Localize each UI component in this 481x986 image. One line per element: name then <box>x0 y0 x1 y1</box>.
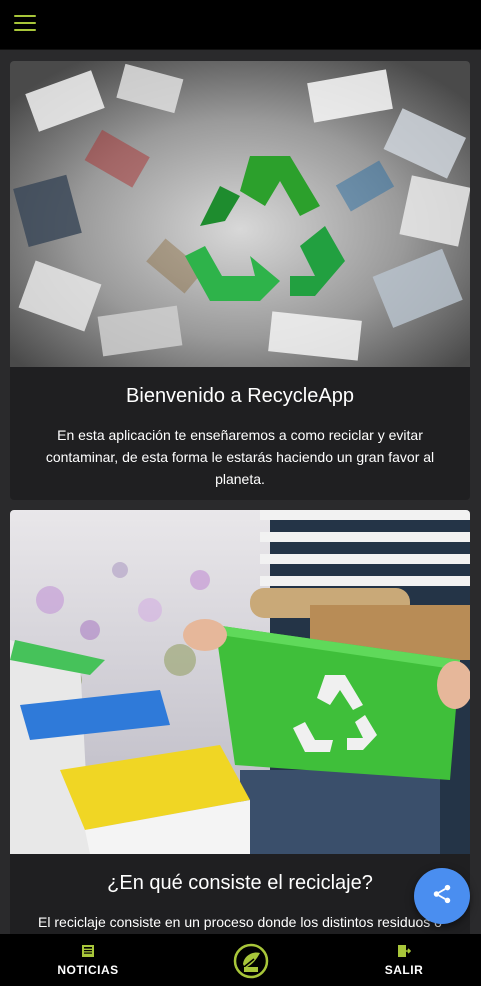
nav-noticias-label: NOTICIAS <box>57 963 119 977</box>
green-recycling-box-and-bins-image <box>10 510 470 854</box>
app-screen: Bienvenido a RecycleApp En esta aplicaci… <box>0 0 481 986</box>
newspaper-icon <box>81 944 95 960</box>
share-icon <box>431 883 453 910</box>
recycling-info-card: ¿En qué consiste el reciclaje? El recicl… <box>10 510 470 934</box>
news-feed[interactable]: Bienvenido a RecycleApp En esta aplicaci… <box>0 50 481 934</box>
recycling-symbol-paper-pile-image <box>10 61 470 367</box>
bottom-navigation: NOTICIAS SALIR <box>0 934 481 986</box>
nav-salir[interactable]: SALIR <box>364 934 444 986</box>
hamburger-menu-icon[interactable] <box>14 15 36 31</box>
card-description: En esta aplicación te enseñaremos a como… <box>45 427 435 487</box>
nav-home-logo[interactable] <box>230 942 272 979</box>
recycle-logo-icon <box>232 942 270 985</box>
card-description: El reciclaje consiste en un proceso dond… <box>38 914 442 930</box>
card-title: ¿En qué consiste el reciclaje? <box>107 872 373 894</box>
welcome-card: Bienvenido a RecycleApp En esta aplicaci… <box>10 61 470 500</box>
exit-icon <box>397 944 412 960</box>
nav-noticias[interactable]: NOTICIAS <box>40 934 136 986</box>
nav-salir-label: SALIR <box>384 963 424 977</box>
top-app-bar <box>0 0 481 50</box>
card-title: Bienvenido a RecycleApp <box>126 385 354 407</box>
share-button[interactable] <box>414 868 470 924</box>
